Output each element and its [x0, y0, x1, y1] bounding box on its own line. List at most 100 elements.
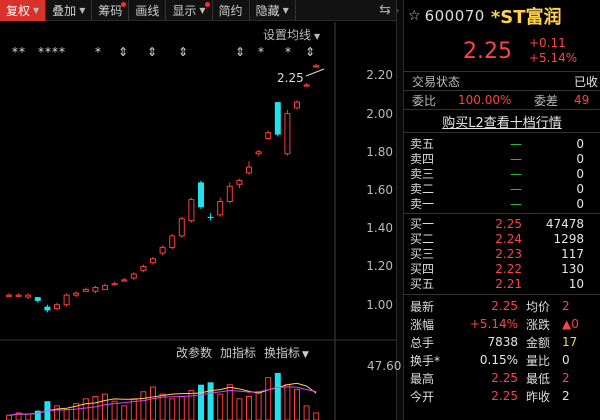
stock-code: 600070: [424, 6, 485, 25]
stat-value: 0.15%: [479, 353, 518, 367]
candle-body: [73, 292, 80, 296]
volume-bar: [82, 398, 89, 420]
stat-label: 最低: [526, 371, 551, 386]
candle-body: [169, 235, 176, 248]
event-markers-row: ** **** * ⇕ ⇕ ⇕ ⇕ * * ⇕: [0, 45, 340, 59]
orderbook-row[interactable]: 买五 2.21 10: [404, 276, 600, 292]
candle-body: [284, 113, 291, 155]
switch-indicator-button[interactable]: 换指标 ▼: [264, 344, 309, 361]
ask-list: 卖五 —0 卖四 —0 卖三 —0 卖二 —0 卖一 — 0: [404, 133, 600, 212]
stat-value: 2.25: [491, 389, 518, 403]
stat-row: 涨幅 +5.14% 涨跌 ▲0: [404, 315, 600, 333]
favorite-star-icon[interactable]: ☆: [408, 8, 421, 24]
trade-status-value: 已收: [574, 74, 599, 89]
last-price: 2.25: [463, 38, 512, 64]
volume-bar: [236, 398, 243, 420]
stat-value: 2: [562, 299, 570, 313]
stat-value: 17: [562, 335, 578, 349]
orderbook-row[interactable]: 卖四 —0: [404, 151, 600, 167]
set-ma-label: 设置均线: [263, 28, 312, 42]
candle-body: [178, 218, 185, 237]
candle-body: [15, 294, 22, 297]
orderbook-row[interactable]: 卖一 — 0: [404, 196, 600, 212]
trade-status-row: 交易状态 已收: [404, 72, 600, 90]
price-tick: 1.60: [366, 183, 393, 198]
indicator-toolbar: 改参数 加指标 换指标 ▼: [176, 344, 309, 361]
stat-value: +5.14%: [469, 317, 518, 331]
volume-bar: [63, 408, 70, 420]
orderbook-price: 2.24: [495, 231, 522, 246]
event-marker[interactable]: *: [285, 45, 292, 59]
volume-axis-max: 47.60: [367, 359, 402, 373]
orderbook-row[interactable]: 买二 2.24 1298: [404, 231, 600, 247]
stat-row: 最新 2.25 均价 2: [404, 297, 600, 315]
event-marker[interactable]: ⇕: [178, 45, 189, 59]
orderbook-volume: 47478: [545, 216, 584, 231]
event-marker[interactable]: ⇕: [305, 45, 316, 59]
stat-label: 均价: [526, 299, 551, 314]
event-marker[interactable]: ****: [38, 45, 66, 59]
orderbook-volume: 0: [576, 136, 584, 151]
orderbook-price: —: [510, 196, 522, 211]
stat-label: 最高: [410, 371, 435, 386]
event-marker[interactable]: **: [12, 45, 26, 59]
volume-bar: [169, 398, 176, 420]
stat-value: 2: [562, 371, 570, 385]
price-tick: 1.40: [366, 221, 393, 236]
candle-body: [198, 182, 204, 208]
orderbook-row[interactable]: 买三 2.23 117: [404, 246, 600, 262]
candle-body: [303, 84, 310, 87]
orderbook-row[interactable]: 卖三 —0: [404, 166, 600, 182]
price-tick: 1.20: [366, 259, 393, 274]
orderbook-row[interactable]: 买一 2.25 47478: [404, 216, 600, 232]
candle-body: [226, 185, 233, 203]
stat-row: 总手 7838 金额 17: [404, 333, 600, 351]
orderbook-row[interactable]: 卖二 —0: [404, 181, 600, 197]
candle-body: [121, 279, 128, 282]
orderbook-volume: 10: [568, 276, 584, 291]
add-indicator-button[interactable]: 加指标: [220, 344, 256, 361]
candle-body: [294, 101, 300, 109]
candle-body: [150, 258, 156, 264]
candle-body: [217, 201, 224, 216]
buy-l2-link[interactable]: 购买L2查看十档行情: [404, 110, 600, 132]
orderbook-level: 卖一: [410, 197, 435, 211]
volume-bar: [294, 388, 300, 420]
price-row: 2.25 +0.11 +5.14%: [404, 31, 600, 71]
set-ma-button[interactable]: 设置均线 ▼: [263, 26, 320, 43]
annotation-arrow: [305, 68, 325, 77]
event-marker[interactable]: ⇕: [147, 45, 158, 59]
event-marker[interactable]: ⇕: [118, 45, 129, 59]
collapse-arrow-icon[interactable]: ›: [396, 6, 399, 15]
price-change-pct: +5.14%: [529, 51, 578, 65]
orderbook-price: 2.23: [495, 246, 522, 261]
stat-label: 涨幅: [410, 317, 435, 332]
volume-bar: [140, 391, 147, 420]
event-marker[interactable]: ⇕: [235, 45, 246, 59]
switch-indicator-label: 换指标: [264, 346, 301, 360]
orderbook-row[interactable]: 卖五 —0: [404, 136, 600, 152]
volume-bar: [54, 405, 60, 420]
volume-bar: [6, 414, 12, 420]
orderbook-volume: 0: [576, 181, 584, 196]
stat-label: 昨收: [526, 389, 551, 404]
candle-body: [6, 294, 12, 297]
panel-divider[interactable]: ›: [396, 0, 404, 420]
stat-value: 2.25: [491, 371, 518, 385]
weicha-value: 49: [574, 93, 590, 107]
candle-body: [92, 287, 99, 292]
volume-bar: [255, 391, 262, 420]
volume-bar: [159, 393, 166, 420]
volume-bar: [188, 390, 195, 420]
event-marker[interactable]: *: [258, 45, 265, 59]
orderbook-row[interactable]: 买四 2.22 130: [404, 261, 600, 277]
candle-body: [313, 65, 320, 68]
event-marker[interactable]: *: [95, 45, 102, 59]
candle-body: [111, 283, 118, 286]
stock-name: *ST富润: [490, 6, 562, 28]
quote-panel: ☆ 600070 *ST富润 2.25 +0.11 +5.14% 交易状态 已收…: [404, 0, 600, 420]
change-params-button[interactable]: 改参数: [176, 344, 212, 361]
volume-bar: [284, 384, 291, 420]
stat-label: 量比: [526, 353, 551, 368]
candle-body: [44, 306, 51, 311]
